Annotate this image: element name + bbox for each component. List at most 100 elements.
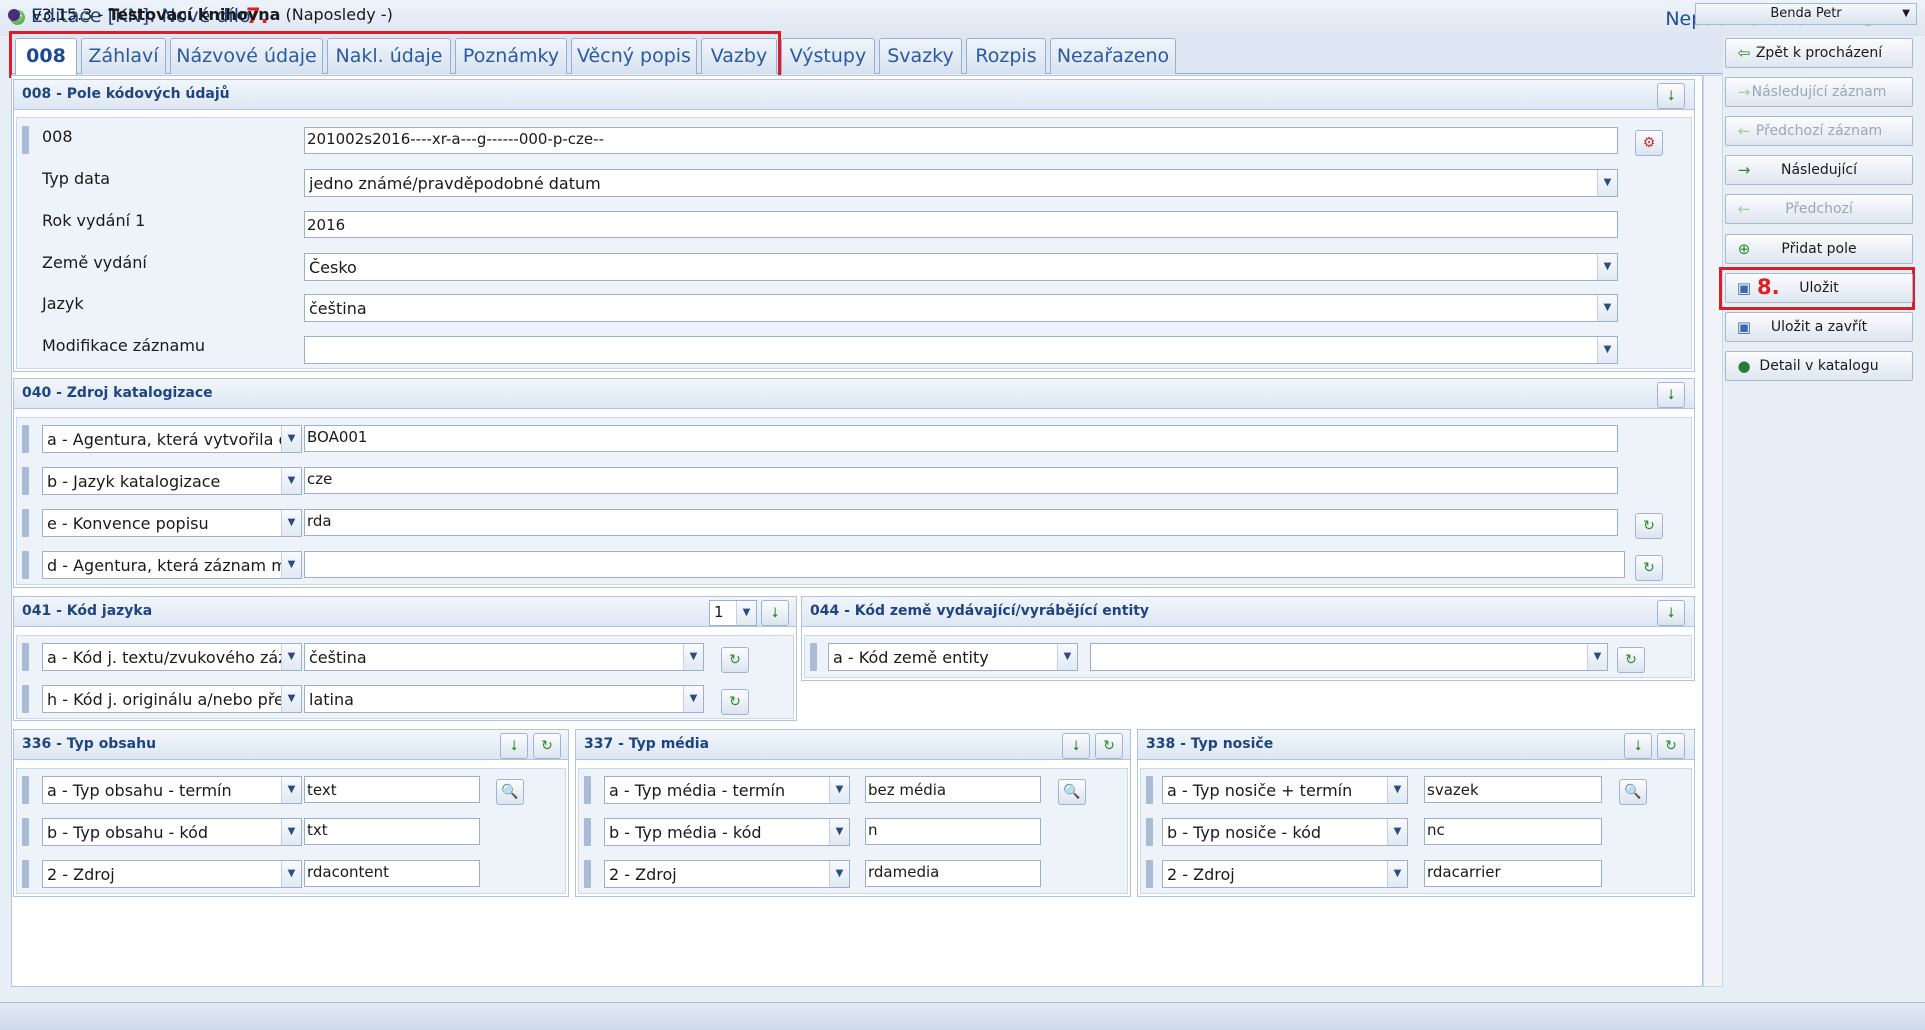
next-record-button[interactable]: → Následující záznam <box>1725 77 1913 107</box>
collapse-icon[interactable]: ⭣ <box>500 733 528 759</box>
tab-nezarazeno[interactable]: Nezařazeno <box>1050 38 1176 74</box>
subfield-value-input[interactable]: txt <box>304 818 480 845</box>
subfield-select[interactable]: b - Typ média - kód ▼ <box>604 818 850 846</box>
chevron-down-icon[interactable]: ▼ <box>829 777 849 803</box>
chevron-down-icon[interactable]: ▼ <box>281 777 301 803</box>
chevron-down-icon[interactable]: ▼ <box>829 861 849 887</box>
subfield-value-input[interactable]: n <box>865 818 1041 845</box>
drag-handle[interactable] <box>1146 818 1153 846</box>
previous-record-button[interactable]: ← Předchozí záznam <box>1725 116 1913 146</box>
drag-handle[interactable] <box>22 467 29 495</box>
chevron-down-icon[interactable]: ▼ <box>281 468 301 494</box>
refresh-icon[interactable]: ↻ <box>533 733 561 759</box>
refresh-icon[interactable]: ↻ <box>721 647 749 673</box>
subfield-select[interactable]: b - Jazyk katalogizace ▼ <box>42 467 302 495</box>
drag-handle[interactable] <box>1146 860 1153 888</box>
drag-handle[interactable] <box>584 818 591 846</box>
subfield-value-input[interactable]: rda <box>304 509 1618 536</box>
chevron-down-icon[interactable]: ▼ <box>1597 170 1617 196</box>
collapse-icon[interactable]: ⭣ <box>1624 733 1652 759</box>
subfield-select[interactable]: d - Agentura, která záznam mo ▼ <box>42 551 302 579</box>
drag-handle[interactable] <box>810 643 817 671</box>
refresh-icon[interactable]: ↻ <box>721 689 749 715</box>
subfield-select[interactable]: b - Typ obsahu - kód ▼ <box>42 818 302 846</box>
drag-handle[interactable] <box>22 643 29 671</box>
collapse-icon[interactable]: ⭣ <box>761 600 789 626</box>
drag-handle[interactable] <box>22 126 29 154</box>
subfield-value-input[interactable]: svazek <box>1424 776 1602 803</box>
drag-handle[interactable] <box>1146 776 1153 804</box>
language-select[interactable]: čeština ▼ <box>304 643 704 671</box>
subfield-value-input[interactable]: BOA001 <box>304 425 1618 452</box>
user-menu[interactable]: Benda Petr ▼ <box>1695 3 1917 25</box>
typ-data-select[interactable]: jedno známé/pravděpodobné datum ▼ <box>304 169 1618 197</box>
search-icon[interactable]: 🔍 <box>496 779 524 805</box>
refresh-icon[interactable]: ↻ <box>1635 513 1663 539</box>
subfield-select[interactable]: e - Konvence popisu ▼ <box>42 509 302 537</box>
country-select[interactable]: ▼ <box>1090 643 1608 671</box>
modifikace-select[interactable]: ▼ <box>304 336 1618 364</box>
chevron-down-icon[interactable]: ▼ <box>1057 644 1077 670</box>
subfield-value-input[interactable] <box>304 551 1625 578</box>
subfield-select[interactable]: a - Typ obsahu - termín ▼ <box>42 776 302 804</box>
subfield-select[interactable]: a - Typ nosiče + termín ▼ <box>1162 776 1408 804</box>
chevron-down-icon[interactable]: ▼ <box>1387 861 1407 887</box>
edit-code-icon[interactable]: ⚙ <box>1635 130 1663 156</box>
subfield-select[interactable]: b - Typ nosiče - kód ▼ <box>1162 818 1408 846</box>
drag-handle[interactable] <box>22 860 29 888</box>
chevron-down-icon[interactable]: ▼ <box>281 552 301 578</box>
subfield-select[interactable]: a - Kód j. textu/zvukového zázn ▼ <box>42 643 302 671</box>
subfield-select[interactable]: 2 - Zdroj ▼ <box>604 860 850 888</box>
chevron-down-icon[interactable]: ▼ <box>281 426 301 452</box>
refresh-icon[interactable]: ↻ <box>1095 733 1123 759</box>
subfield-value-input[interactable]: text <box>304 776 480 803</box>
drag-handle[interactable] <box>22 551 29 579</box>
subfield-value-input[interactable]: rdamedia <box>865 860 1041 887</box>
subfield-select[interactable]: 2 - Zdroj ▼ <box>1162 860 1408 888</box>
catalog-detail-button[interactable]: ● Detail v katalogu <box>1725 351 1913 381</box>
chevron-down-icon[interactable]: ▼ <box>736 601 756 625</box>
subfield-select[interactable]: 2 - Zdroj ▼ <box>42 860 302 888</box>
save-and-close-button[interactable]: ▣ Uložit a zavřít <box>1725 312 1913 342</box>
drag-handle[interactable] <box>22 776 29 804</box>
subfield-select[interactable]: a - Kód země entity ▼ <box>828 643 1078 671</box>
field-008-input[interactable]: 201002s2016----xr-a---g------000-p-cze-- <box>304 127 1618 154</box>
collapse-icon[interactable]: ⭣ <box>1657 83 1685 109</box>
chevron-down-icon[interactable]: ▼ <box>1387 819 1407 845</box>
save-button[interactable]: ▣ Uložit <box>1725 273 1913 303</box>
vertical-scrollbar[interactable] <box>1703 75 1723 987</box>
tab-vystupy[interactable]: Výstupy <box>781 38 875 74</box>
tab-rozpis[interactable]: Rozpis <box>966 38 1046 74</box>
collapse-icon[interactable]: ⭣ <box>1657 600 1685 626</box>
chevron-down-icon[interactable]: ▼ <box>683 686 703 712</box>
subfield-value-input[interactable]: cze <box>304 467 1618 494</box>
chevron-down-icon[interactable]: ▼ <box>1597 337 1617 363</box>
drag-handle[interactable] <box>584 776 591 804</box>
chevron-down-icon[interactable]: ▼ <box>281 510 301 536</box>
refresh-icon[interactable]: ↻ <box>1635 555 1663 581</box>
subfield-value-input[interactable]: rdacarrier <box>1424 860 1602 887</box>
drag-handle[interactable] <box>22 818 29 846</box>
collapse-icon[interactable]: ⭣ <box>1062 733 1090 759</box>
chevron-down-icon[interactable]: ▼ <box>281 686 301 712</box>
drag-handle[interactable] <box>22 685 29 713</box>
chevron-down-icon[interactable]: ▼ <box>281 819 301 845</box>
chevron-down-icon[interactable]: ▼ <box>1597 254 1617 280</box>
back-to-browse-button[interactable]: ⇦ Zpět k procházení <box>1725 38 1913 68</box>
chevron-down-icon[interactable]: ▼ <box>1587 644 1607 670</box>
refresh-icon[interactable]: ↻ <box>1657 733 1685 759</box>
next-button[interactable]: → Následující <box>1725 155 1913 185</box>
chevron-down-icon[interactable]: ▼ <box>683 644 703 670</box>
zeme-vydani-select[interactable]: Česko ▼ <box>304 253 1618 281</box>
language-select[interactable]: latina ▼ <box>304 685 704 713</box>
repeat-count-select[interactable]: 1 ▼ <box>709 600 757 626</box>
drag-handle[interactable] <box>22 425 29 453</box>
refresh-icon[interactable]: ↻ <box>1617 647 1645 673</box>
subfield-select[interactable]: a - Agentura, která vytvořila or ▼ <box>42 425 302 453</box>
add-field-button[interactable]: ⊕ Přidat pole <box>1725 234 1913 264</box>
tab-svazky[interactable]: Svazky <box>879 38 962 74</box>
subfield-select[interactable]: a - Typ média - termín ▼ <box>604 776 850 804</box>
chevron-down-icon[interactable]: ▼ <box>281 861 301 887</box>
chevron-down-icon[interactable]: ▼ <box>1597 295 1617 321</box>
previous-button[interactable]: ← Předchozí <box>1725 194 1913 224</box>
